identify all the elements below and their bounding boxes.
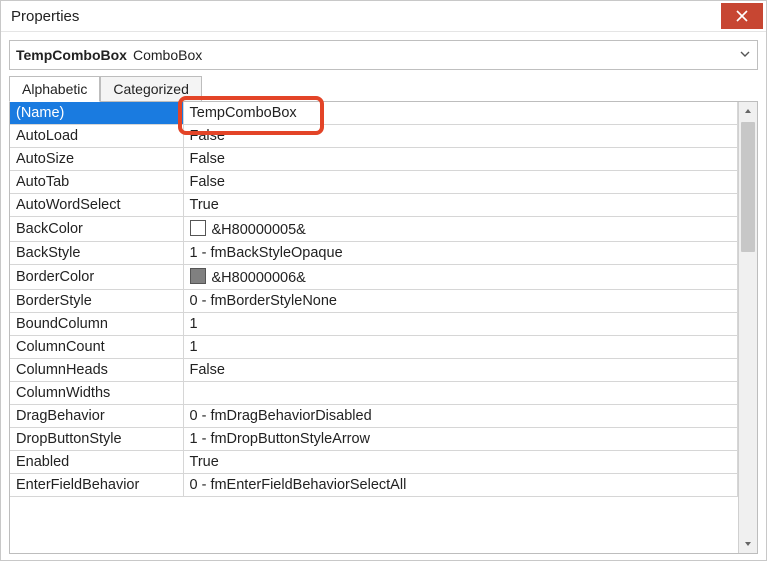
chevron-down-icon: [739, 47, 751, 63]
property-value-text: TempComboBox: [190, 105, 297, 121]
property-name[interactable]: AutoLoad: [10, 125, 183, 148]
object-type: ComboBox: [133, 47, 202, 63]
property-name[interactable]: (Name): [10, 102, 183, 125]
property-value[interactable]: False: [183, 171, 738, 194]
property-value-text: False: [190, 174, 225, 190]
property-row[interactable]: ColumnWidths: [10, 382, 738, 405]
property-name[interactable]: BackStyle: [10, 242, 183, 265]
property-row[interactable]: AutoWordSelect True: [10, 194, 738, 217]
property-name[interactable]: AutoSize: [10, 148, 183, 171]
property-row[interactable]: Enabled True: [10, 451, 738, 474]
scroll-thumb[interactable]: [741, 122, 755, 252]
tab-alphabetic[interactable]: Alphabetic: [9, 76, 100, 102]
property-value[interactable]: 1: [183, 336, 738, 359]
property-value[interactable]: True: [183, 451, 738, 474]
property-row[interactable]: EnterFieldBehavior 0 - fmEnterFieldBehavi…: [10, 474, 738, 497]
property-value[interactable]: [183, 382, 738, 405]
property-row[interactable]: AutoLoad False: [10, 125, 738, 148]
scroll-up-arrow[interactable]: [739, 102, 757, 120]
property-row[interactable]: BackStyle 1 - fmBackStyleOpaque: [10, 242, 738, 265]
object-selector[interactable]: TempComboBox ComboBox: [9, 40, 758, 70]
property-row[interactable]: BackColor&H80000005&: [10, 217, 738, 242]
property-value-text: 0 - fmEnterFieldBehaviorSelectAll: [190, 477, 407, 493]
vertical-scrollbar[interactable]: [738, 102, 757, 553]
property-value-text: &H80000005&: [212, 222, 306, 238]
properties-window: Properties TempComboBox ComboBox Alphabe…: [0, 0, 767, 561]
property-value-text: False: [190, 151, 225, 167]
property-name[interactable]: BackColor: [10, 217, 183, 242]
property-value[interactable]: False: [183, 148, 738, 171]
property-name[interactable]: BorderColor: [10, 265, 183, 290]
property-value-text: False: [190, 128, 225, 144]
property-row[interactable]: AutoSize False: [10, 148, 738, 171]
property-name[interactable]: DragBehavior: [10, 405, 183, 428]
property-name[interactable]: AutoWordSelect: [10, 194, 183, 217]
property-value-text: True: [190, 197, 219, 213]
property-name[interactable]: AutoTab: [10, 171, 183, 194]
object-name: TempComboBox: [16, 47, 127, 63]
property-row[interactable]: BorderStyle 0 - fmBorderStyleNone: [10, 290, 738, 313]
property-value[interactable]: 1 - fmDropButtonStyleArrow: [183, 428, 738, 451]
property-value[interactable]: &H80000005&: [183, 217, 738, 242]
property-row[interactable]: AutoTab False: [10, 171, 738, 194]
property-value-text: 0 - fmDragBehaviorDisabled: [190, 408, 372, 424]
property-value[interactable]: &H80000006&: [183, 265, 738, 290]
property-value[interactable]: False: [183, 359, 738, 382]
tab-strip: Alphabetic Categorized: [9, 75, 758, 101]
close-icon: [736, 10, 748, 22]
property-row[interactable]: (Name) TempComboBox: [10, 102, 738, 125]
property-row[interactable]: BorderColor&H80000006&: [10, 265, 738, 290]
property-value[interactable]: True: [183, 194, 738, 217]
tab-categorized[interactable]: Categorized: [100, 76, 202, 102]
property-value-text: 1 - fmDropButtonStyleArrow: [190, 431, 371, 447]
property-row[interactable]: DragBehavior 0 - fmDragBehaviorDisabled: [10, 405, 738, 428]
property-value[interactable]: False: [183, 125, 738, 148]
property-value-text: False: [190, 362, 225, 378]
property-name[interactable]: ColumnCount: [10, 336, 183, 359]
property-grid-container: (Name) TempComboBox AutoLoad False AutoSize F…: [9, 101, 758, 554]
property-name[interactable]: BorderStyle: [10, 290, 183, 313]
property-name[interactable]: DropButtonStyle: [10, 428, 183, 451]
color-swatch: [190, 268, 206, 284]
property-value[interactable]: 0 - fmDragBehaviorDisabled: [183, 405, 738, 428]
window-title: Properties: [11, 8, 721, 25]
property-value-text: True: [190, 454, 219, 470]
property-grid[interactable]: (Name) TempComboBox AutoLoad False AutoSize F…: [10, 102, 738, 553]
close-button[interactable]: [721, 3, 763, 29]
property-value[interactable]: TempComboBox: [183, 102, 738, 125]
property-name[interactable]: Enabled: [10, 451, 183, 474]
property-value-text: 1: [190, 316, 198, 332]
property-name[interactable]: ColumnWidths: [10, 382, 183, 405]
property-value[interactable]: 0 - fmEnterFieldBehaviorSelectAll: [183, 474, 738, 497]
property-row[interactable]: ColumnHeads False: [10, 359, 738, 382]
property-value-text: 0 - fmBorderStyleNone: [190, 293, 337, 309]
property-row[interactable]: ColumnCount 1: [10, 336, 738, 359]
property-value-text: &H80000006&: [212, 270, 306, 286]
property-name[interactable]: EnterFieldBehavior: [10, 474, 183, 497]
property-name[interactable]: BoundColumn: [10, 313, 183, 336]
color-swatch: [190, 220, 206, 236]
titlebar: Properties: [1, 1, 766, 32]
content-area: TempComboBox ComboBox Alphabetic Categor…: [1, 32, 766, 560]
property-row[interactable]: BoundColumn 1: [10, 313, 738, 336]
property-value[interactable]: 0 - fmBorderStyleNone: [183, 290, 738, 313]
property-value[interactable]: 1 - fmBackStyleOpaque: [183, 242, 738, 265]
property-value[interactable]: 1: [183, 313, 738, 336]
property-name[interactable]: ColumnHeads: [10, 359, 183, 382]
scroll-down-arrow[interactable]: [739, 535, 757, 553]
property-value-text: 1 - fmBackStyleOpaque: [190, 245, 343, 261]
property-row[interactable]: DropButtonStyle 1 - fmDropButtonStyleArro…: [10, 428, 738, 451]
property-value-text: 1: [190, 339, 198, 355]
